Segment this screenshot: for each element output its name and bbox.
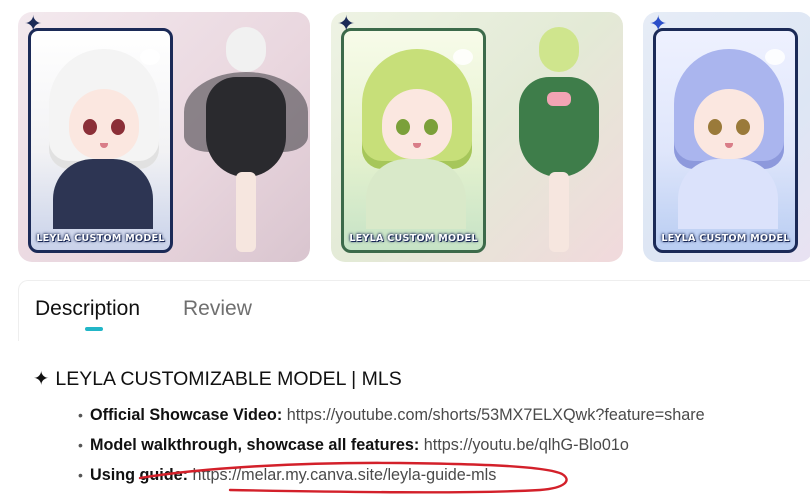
full-body-figure [509, 22, 609, 257]
sparkle-icon: ✦ [337, 12, 356, 37]
link-label-text: Using guide: [90, 466, 189, 484]
figure-legs [236, 172, 256, 252]
list-item: • Model walkthrough, showcase all featur… [78, 436, 798, 466]
model-label: LEYLA CUSTOM MODEL [661, 233, 790, 244]
figure-head [226, 27, 266, 72]
character-body [678, 159, 778, 229]
sparkle-icon: ✦ [649, 12, 668, 37]
tab-review[interactable]: Review [183, 297, 252, 321]
sparkle-icon: ✦ [24, 12, 43, 37]
figure-dress [206, 77, 286, 177]
cloud-icon [453, 49, 473, 65]
list-item: • Official Showcase Video: https://youtu… [78, 406, 798, 436]
image-gallery: LEYLA CUSTOM MODEL ✦ LEYLA CUSTOM MODEL … [18, 12, 810, 262]
character-body [53, 159, 153, 229]
model-label: LEYLA CUSTOM MODEL [349, 233, 478, 244]
portrait-frame: LEYLA CUSTOM MODEL [28, 28, 173, 253]
portrait-frame: LEYLA CUSTOM MODEL [341, 28, 486, 253]
mouth [413, 143, 421, 148]
link-label-text: Official Showcase Video: [90, 406, 283, 424]
character-face [69, 89, 139, 159]
eye [708, 119, 722, 135]
walkthrough-link[interactable]: https://youtu.be/qlhG-Blo01o [424, 436, 629, 454]
character-face [694, 89, 764, 159]
eye [424, 119, 438, 135]
tab-description[interactable]: Description [35, 297, 140, 321]
showcase-video-link[interactable]: https://youtube.com/shorts/53MX7ELXQwk?f… [287, 406, 705, 424]
character-body [366, 159, 466, 229]
bow [547, 92, 571, 106]
active-tab-indicator [85, 327, 103, 331]
link-label-text: Model walkthrough, showcase all features… [90, 436, 420, 454]
cloud-icon [140, 49, 160, 65]
eye [111, 119, 125, 135]
eye [736, 119, 750, 135]
gallery-image-2[interactable]: LEYLA CUSTOM MODEL ✦ [331, 12, 623, 262]
cloud-icon [765, 49, 785, 65]
product-page: LEYLA CUSTOM MODEL ✦ LEYLA CUSTOM MODEL … [0, 0, 810, 495]
using-guide-link[interactable]: https://melar.my.canva.site/leyla-guide-… [193, 466, 497, 484]
model-label: LEYLA CUSTOM MODEL [36, 233, 165, 244]
link-list: • Official Showcase Video: https://youtu… [78, 406, 798, 495]
bullet: • [78, 437, 83, 453]
figure-head [539, 27, 579, 72]
description-title: ✦ LEYLA CUSTOMIZABLE MODEL | MLS [33, 367, 402, 391]
bullet: • [78, 467, 83, 483]
description-title-text: LEYLA CUSTOMIZABLE MODEL | MLS [55, 368, 402, 390]
mouth [100, 143, 108, 148]
sparkle-icon: ✦ [33, 368, 50, 390]
link-label: Using guide: https://melar.my.canva.site… [90, 466, 496, 485]
list-item: • Using guide: https://melar.my.canva.si… [78, 466, 798, 495]
gallery-image-1[interactable]: LEYLA CUSTOM MODEL ✦ [18, 12, 310, 262]
figure-legs [549, 172, 569, 252]
link-label: Model walkthrough, showcase all features… [90, 436, 629, 455]
character-face [382, 89, 452, 159]
eye [396, 119, 410, 135]
eye [83, 119, 97, 135]
bullet: • [78, 407, 83, 423]
mouth [725, 143, 733, 148]
description-panel: Description Review [18, 280, 810, 341]
portrait-frame: LEYLA CUSTOM MODEL [653, 28, 798, 253]
gallery-image-3[interactable]: LEYLA CUSTOM MODEL ✦ [643, 12, 810, 262]
link-label: Official Showcase Video: https://youtube… [90, 406, 705, 425]
full-body-figure [184, 22, 308, 257]
